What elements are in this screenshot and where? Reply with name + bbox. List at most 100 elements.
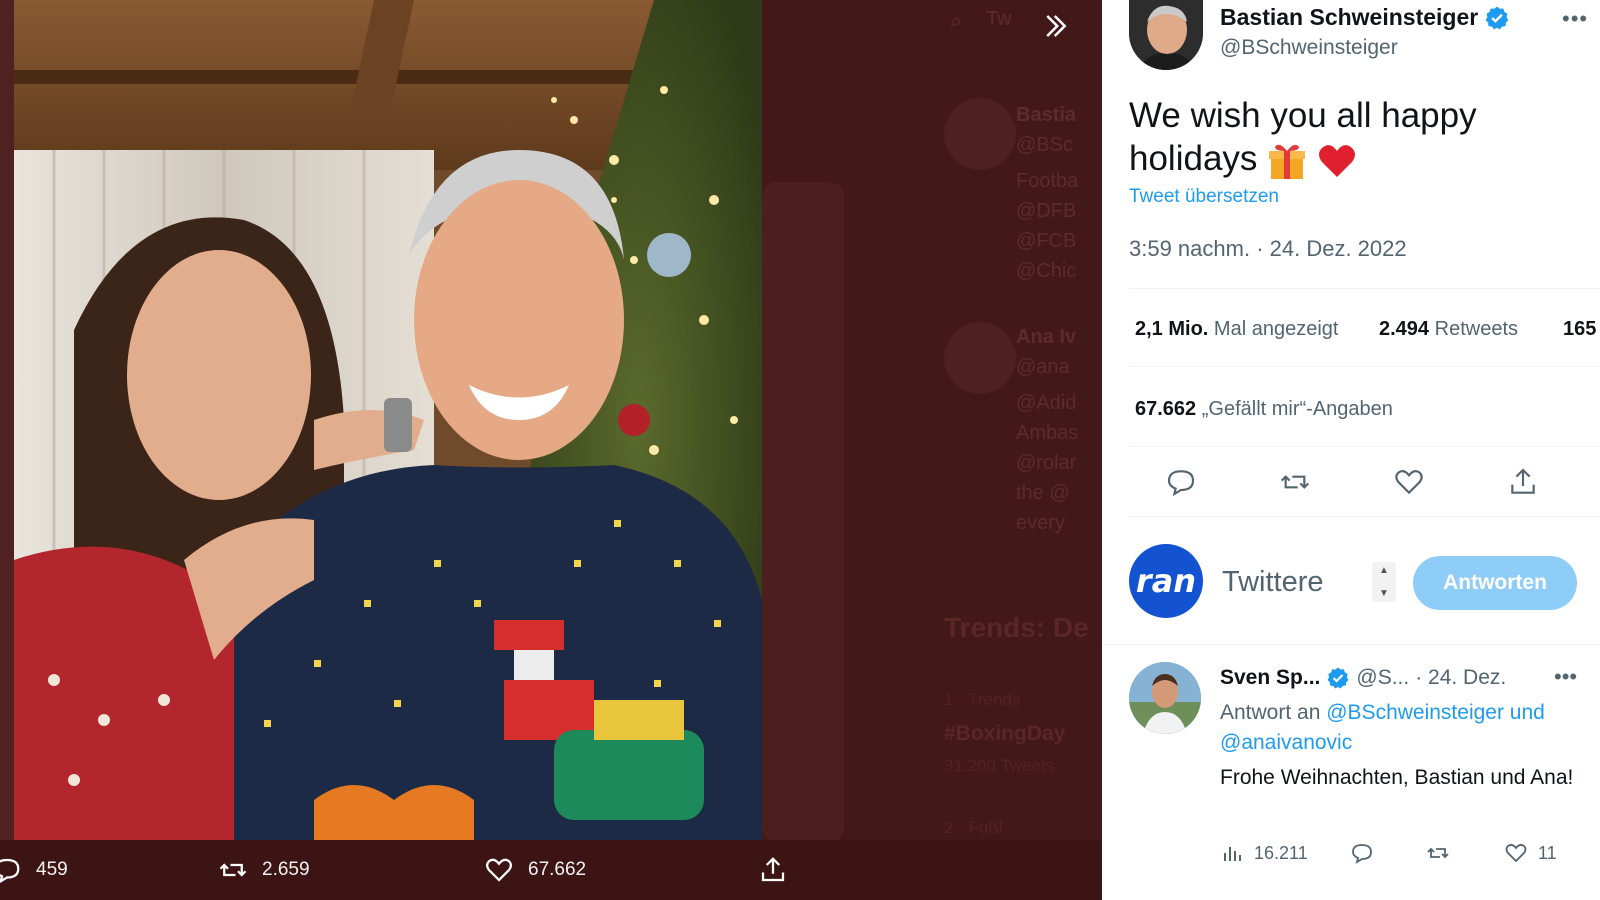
reply-retweet-action[interactable] — [1426, 836, 1450, 870]
media-reply-count: 459 — [36, 859, 68, 880]
reply-prefix: Antwort an — [1220, 701, 1321, 724]
media-like-action[interactable]: 67.662 — [484, 840, 586, 900]
media-retweet-count: 2.659 — [262, 859, 310, 880]
reply-author-avatar[interactable] — [1129, 662, 1201, 734]
likes-value: 67.662 — [1135, 398, 1197, 420]
reply-composer: ran Twittere ▲ ▼ Antworten — [1102, 530, 1600, 640]
share-icon — [761, 857, 785, 882]
scroll-stepper[interactable]: ▲ ▼ — [1372, 562, 1396, 602]
retweet-icon — [1427, 847, 1449, 859]
author-avatar[interactable] — [1129, 0, 1203, 70]
analytics-icon — [1224, 847, 1241, 861]
heart-icon — [486, 858, 512, 882]
reply-header: Sven Sp... @S... · 24. Dez. — [1220, 666, 1506, 690]
reply-action-bar: 16.211 11 — [1220, 836, 1580, 870]
retweet-button[interactable] — [1273, 460, 1317, 504]
media-action-bar: 459 2.659 67.662 — [0, 840, 1102, 900]
reply-author-name[interactable]: Sven Sp... — [1220, 666, 1320, 690]
quotes-stat[interactable]: 165 — [1563, 318, 1596, 341]
reply-input[interactable]: Twittere — [1222, 566, 1324, 599]
background-profile-ghost: ⌕ Tw Bastia @BSc Footba @DFB @FCB @Chic … — [940, 0, 1102, 840]
reply-button[interactable] — [1159, 460, 1203, 504]
reply-tweet[interactable]: Sven Sp... @S... · 24. Dez. ••• Antwort … — [1102, 660, 1600, 900]
more-options-icon[interactable]: ••• — [1554, 664, 1577, 690]
submit-reply-button[interactable]: Antworten — [1413, 556, 1577, 610]
reply-like-count: 11 — [1538, 842, 1557, 863]
ghost-handle: @ana — [1016, 356, 1070, 378]
likes-stat[interactable]: 67.662 „Gefällt mir“-Angaben — [1135, 398, 1393, 421]
ghost-bio-line: every — [1016, 512, 1065, 534]
ghost-trends-title: Trends: De — [944, 612, 1089, 643]
share-button[interactable] — [1501, 460, 1545, 504]
tweet-photo[interactable] — [14, 0, 762, 840]
verified-badge-icon — [1485, 6, 1509, 29]
reply-date[interactable]: · 24. Dez. — [1415, 666, 1506, 690]
views-value: 2,1 Mio. — [1135, 318, 1209, 340]
retweet-icon — [1280, 475, 1310, 489]
tweet-timestamp[interactable]: 3:59 nachm. · 24. Dez. 2022 — [1129, 236, 1407, 262]
ghost-trend-meta: 1 · Trends — [944, 690, 1021, 709]
views-stat[interactable]: 2,1 Mio. Mal angezeigt — [1135, 318, 1338, 341]
heart-icon — [1395, 470, 1423, 495]
ghost-trend-tag: #BoxingDay — [944, 722, 1066, 745]
search-ghost-text: Tw — [986, 8, 1012, 30]
ghost-bio-line: Ambas — [1016, 422, 1079, 444]
heart-icon — [1505, 843, 1527, 863]
ghost-bio-line: @Chic — [1016, 260, 1077, 282]
more-options-icon[interactable]: ••• — [1562, 6, 1588, 32]
search-icon: ⌕ — [950, 8, 963, 33]
double-chevron-right-icon — [1046, 15, 1067, 37]
reply-avatar-illustration — [1129, 662, 1201, 734]
divider — [1102, 644, 1600, 645]
reply-icon — [1352, 844, 1372, 864]
divider — [1129, 366, 1600, 367]
quotes-value: 165 — [1563, 318, 1597, 340]
reply-icon — [1167, 470, 1195, 497]
media-viewer: ⌕ Tw Bastia @BSc Footba @DFB @FCB @Chic … — [0, 0, 1102, 900]
views-label: Mal angezeigt — [1213, 318, 1339, 340]
divider — [1129, 288, 1600, 289]
author-name-row[interactable]: Bastian Schweinsteiger — [1220, 4, 1510, 31]
reply-like-action[interactable]: 11 — [1504, 836, 1557, 870]
divider — [1129, 516, 1600, 517]
media-retweet-action[interactable]: 2.659 — [218, 840, 310, 900]
author-handle[interactable]: @BSchweinsteiger — [1220, 36, 1398, 60]
retweets-label: Retweets — [1434, 318, 1518, 340]
expand-panel-button[interactable] — [1030, 4, 1082, 48]
ghost-name: Bastia — [1016, 104, 1077, 126]
reply-views-count: 16.211 — [1254, 842, 1308, 863]
media-share-action[interactable] — [758, 840, 788, 900]
background-strip — [0, 0, 14, 840]
reply-body: Frohe Weihnachten, Bastian und Ana! — [1220, 766, 1574, 789]
reply-context: Antwort an @BSchweinsteiger und @anaivan… — [1220, 698, 1590, 758]
ghost-bio-line: Footba — [1016, 170, 1079, 192]
retweets-value: 2.494 — [1379, 318, 1430, 340]
reply-icon — [0, 858, 20, 884]
share-icon — [1511, 468, 1535, 494]
tweet-detail-pane: Bastian Schweinsteiger @BSchweinsteiger … — [1102, 0, 1600, 900]
reply-reply-action[interactable] — [1350, 836, 1374, 870]
tweet-action-bar — [1129, 460, 1589, 504]
like-button[interactable] — [1387, 460, 1431, 504]
background-card — [762, 182, 844, 842]
ghost-avatar — [944, 98, 1016, 170]
reply-author-handle[interactable]: @S... — [1356, 666, 1409, 690]
reply-views-action[interactable]: 16.211 — [1220, 836, 1308, 870]
divider — [1129, 446, 1600, 447]
author-avatar-illustration — [1129, 0, 1203, 70]
media-like-count: 67.662 — [528, 859, 587, 880]
stepper-up-icon[interactable]: ▲ — [1379, 565, 1389, 576]
stepper-down-icon[interactable]: ▼ — [1379, 588, 1389, 599]
ghost-bio-line: @Adid — [1016, 392, 1077, 414]
retweet-icon — [219, 863, 247, 877]
translate-tweet-link[interactable]: Tweet übersetzen — [1129, 186, 1279, 208]
composer-avatar-label: ran — [1135, 562, 1197, 600]
media-reply-action[interactable]: 459 — [0, 840, 68, 900]
ghost-bio-line: the @ — [1016, 482, 1070, 504]
ghost-bio-line: @FCB — [1016, 230, 1077, 252]
ghost-trend-count: 31.200 Tweets — [944, 756, 1055, 775]
author-name: Bastian Schweinsteiger — [1220, 4, 1479, 30]
retweets-stat[interactable]: 2.494 Retweets — [1379, 318, 1518, 341]
tweet-text: We wish you all happy holidays — [1129, 94, 1549, 181]
photo-illustration — [14, 0, 762, 840]
